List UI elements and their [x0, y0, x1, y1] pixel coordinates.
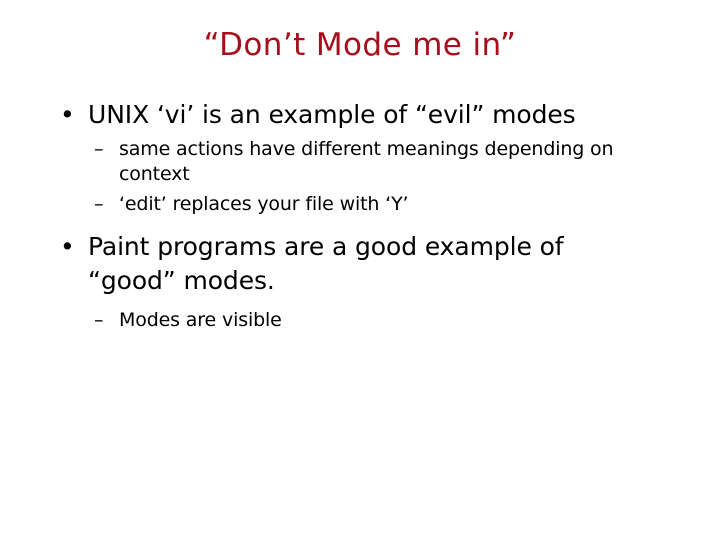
presentation-slide: “Don’t Mode me in” • UNIX ‘vi’ is an exa…: [0, 0, 720, 540]
bullet-item-level2: – Modes are visible: [0, 308, 720, 333]
bullet-text: Modes are visible: [119, 309, 282, 332]
dash-marker-icon: –: [94, 193, 104, 216]
bullet-marker-icon: •: [60, 100, 75, 129]
bullet-item-level2: – ‘edit’ replaces your file with ‘Y’: [0, 192, 720, 217]
bullet-text: ‘edit’ replaces your file with ‘Y’: [119, 193, 409, 216]
bullet-item-level1: • UNIX ‘vi’ is an example of “evil” mode…: [0, 98, 720, 132]
bullet-item-level1: • Paint programs are a good example of “…: [0, 230, 720, 297]
bullet-text: Paint programs are a good example of “go…: [88, 232, 564, 295]
bullet-text: same actions have different meanings dep…: [119, 137, 614, 185]
bullet-item-level2: – same actions have different meanings d…: [0, 137, 720, 188]
dash-marker-icon: –: [94, 137, 104, 160]
slide-body: • UNIX ‘vi’ is an example of “evil” mode…: [0, 98, 720, 334]
dash-marker-icon: –: [94, 309, 104, 332]
bullet-marker-icon: •: [60, 232, 75, 262]
page-title: “Don’t Mode me in”: [203, 27, 517, 63]
bullet-text: UNIX ‘vi’ is an example of “evil” modes: [88, 100, 576, 129]
